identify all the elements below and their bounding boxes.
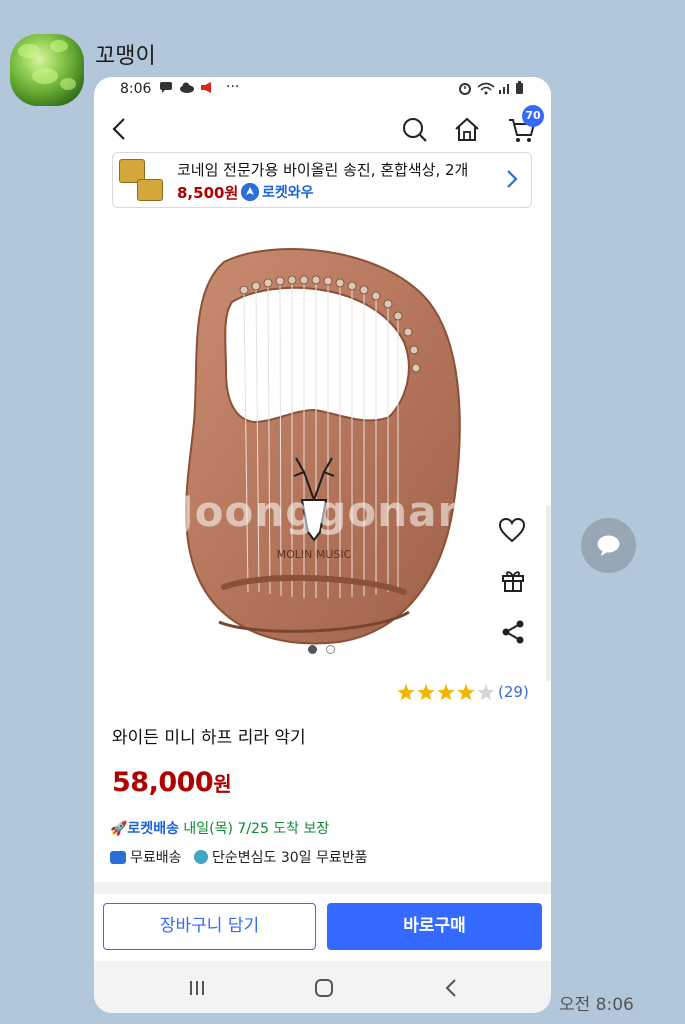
sender-avatar[interactable] [10, 34, 84, 106]
promo-banner[interactable]: 코네임 전문가용 바이올린 송진, 혼합색상, 2개 8,500원 로켓와우 [112, 152, 532, 208]
status-bar: 8:06 ··· [94, 77, 551, 103]
star-empty-icon [477, 684, 495, 701]
delivery-date: 내일(목) 7/25 도착 보장 [178, 821, 330, 837]
star-filled-icon [417, 684, 435, 701]
share-icon[interactable] [500, 619, 526, 645]
chat-bubble-icon [160, 82, 172, 93]
recents-icon[interactable] [186, 979, 208, 997]
shared-screenshot[interactable]: 8:06 ··· 70 코네임 전문가용 바이올린 송진, 혼합색상, 2개 8… [94, 77, 551, 1013]
promo-price: 8,500원 [177, 184, 239, 202]
promo-title: 코네임 전문가용 바이올린 송진, 혼합색상, 2개 [177, 161, 469, 179]
carousel-dot-active[interactable] [308, 645, 317, 654]
speech-bubble-icon [597, 535, 620, 553]
back-icon[interactable] [110, 117, 132, 141]
promo-badge: 로켓와우 [262, 185, 314, 201]
buy-now-button[interactable]: 바로구매 [327, 903, 542, 950]
product-image-lyre-harp[interactable]: MOLIN MUSIC [164, 232, 474, 652]
image-watermark: Joonggonara [178, 487, 489, 536]
home-icon[interactable] [454, 116, 480, 142]
price-unit: 원 [213, 772, 232, 796]
gift-icon[interactable] [500, 567, 526, 593]
product-title: 와이든 미니 하프 리라 악기 [112, 728, 306, 748]
status-more: ··· [226, 79, 240, 95]
star-filled-icon [457, 684, 475, 701]
add-to-cart-button[interactable]: 장바구니 담기 [103, 903, 316, 950]
app-top-bar: 70 [94, 105, 551, 149]
home-button-icon[interactable] [314, 978, 334, 998]
product-price: 58,000원 [112, 767, 232, 798]
status-right-icons [459, 81, 523, 95]
free-shipping: 무료배송 [130, 850, 182, 866]
signal-icon [499, 84, 509, 94]
side-scroll-edge [546, 505, 551, 681]
status-time: 8:06 [120, 81, 152, 97]
price-value: 58,000 [112, 767, 214, 798]
cart-count-badge: 70 [522, 105, 544, 127]
return-icon [193, 850, 208, 864]
back-nav-icon[interactable] [444, 978, 458, 998]
cloud-icon [180, 82, 194, 93]
rocket-delivery-label: 🚀로켓배송 [110, 821, 179, 837]
rating-stars [397, 684, 495, 701]
sender-name: 꼬맹이 [95, 44, 156, 69]
shipping-return-info: 무료배송 단순변심도 30일 무료반품 [110, 847, 368, 867]
message-time: 오전 8:06 [559, 995, 634, 1015]
share-message-button[interactable] [581, 518, 636, 573]
rocket-wow-icon [241, 183, 259, 201]
heart-icon[interactable] [498, 517, 526, 543]
carousel-dot[interactable] [326, 645, 335, 654]
battery-icon [516, 81, 523, 94]
brand-engraving: MOLIN MUSIC [277, 548, 352, 561]
promo-thumbnail [137, 179, 163, 201]
megaphone-icon [201, 82, 211, 93]
truck-icon [110, 851, 126, 864]
delivery-info: 🚀로켓배송 내일(목) 7/25 도착 보장 [110, 818, 329, 838]
star-filled-icon [397, 684, 415, 701]
section-divider [94, 882, 551, 894]
star-filled-icon [437, 684, 455, 701]
return-policy: 단순변심도 30일 무료반품 [211, 850, 368, 866]
wifi-icon [477, 82, 495, 95]
search-icon[interactable] [402, 117, 428, 143]
alarm-icon [459, 83, 471, 95]
android-nav-bar [94, 961, 551, 1013]
review-count-link[interactable]: (29) [498, 683, 529, 701]
chevron-right-icon [507, 170, 518, 188]
